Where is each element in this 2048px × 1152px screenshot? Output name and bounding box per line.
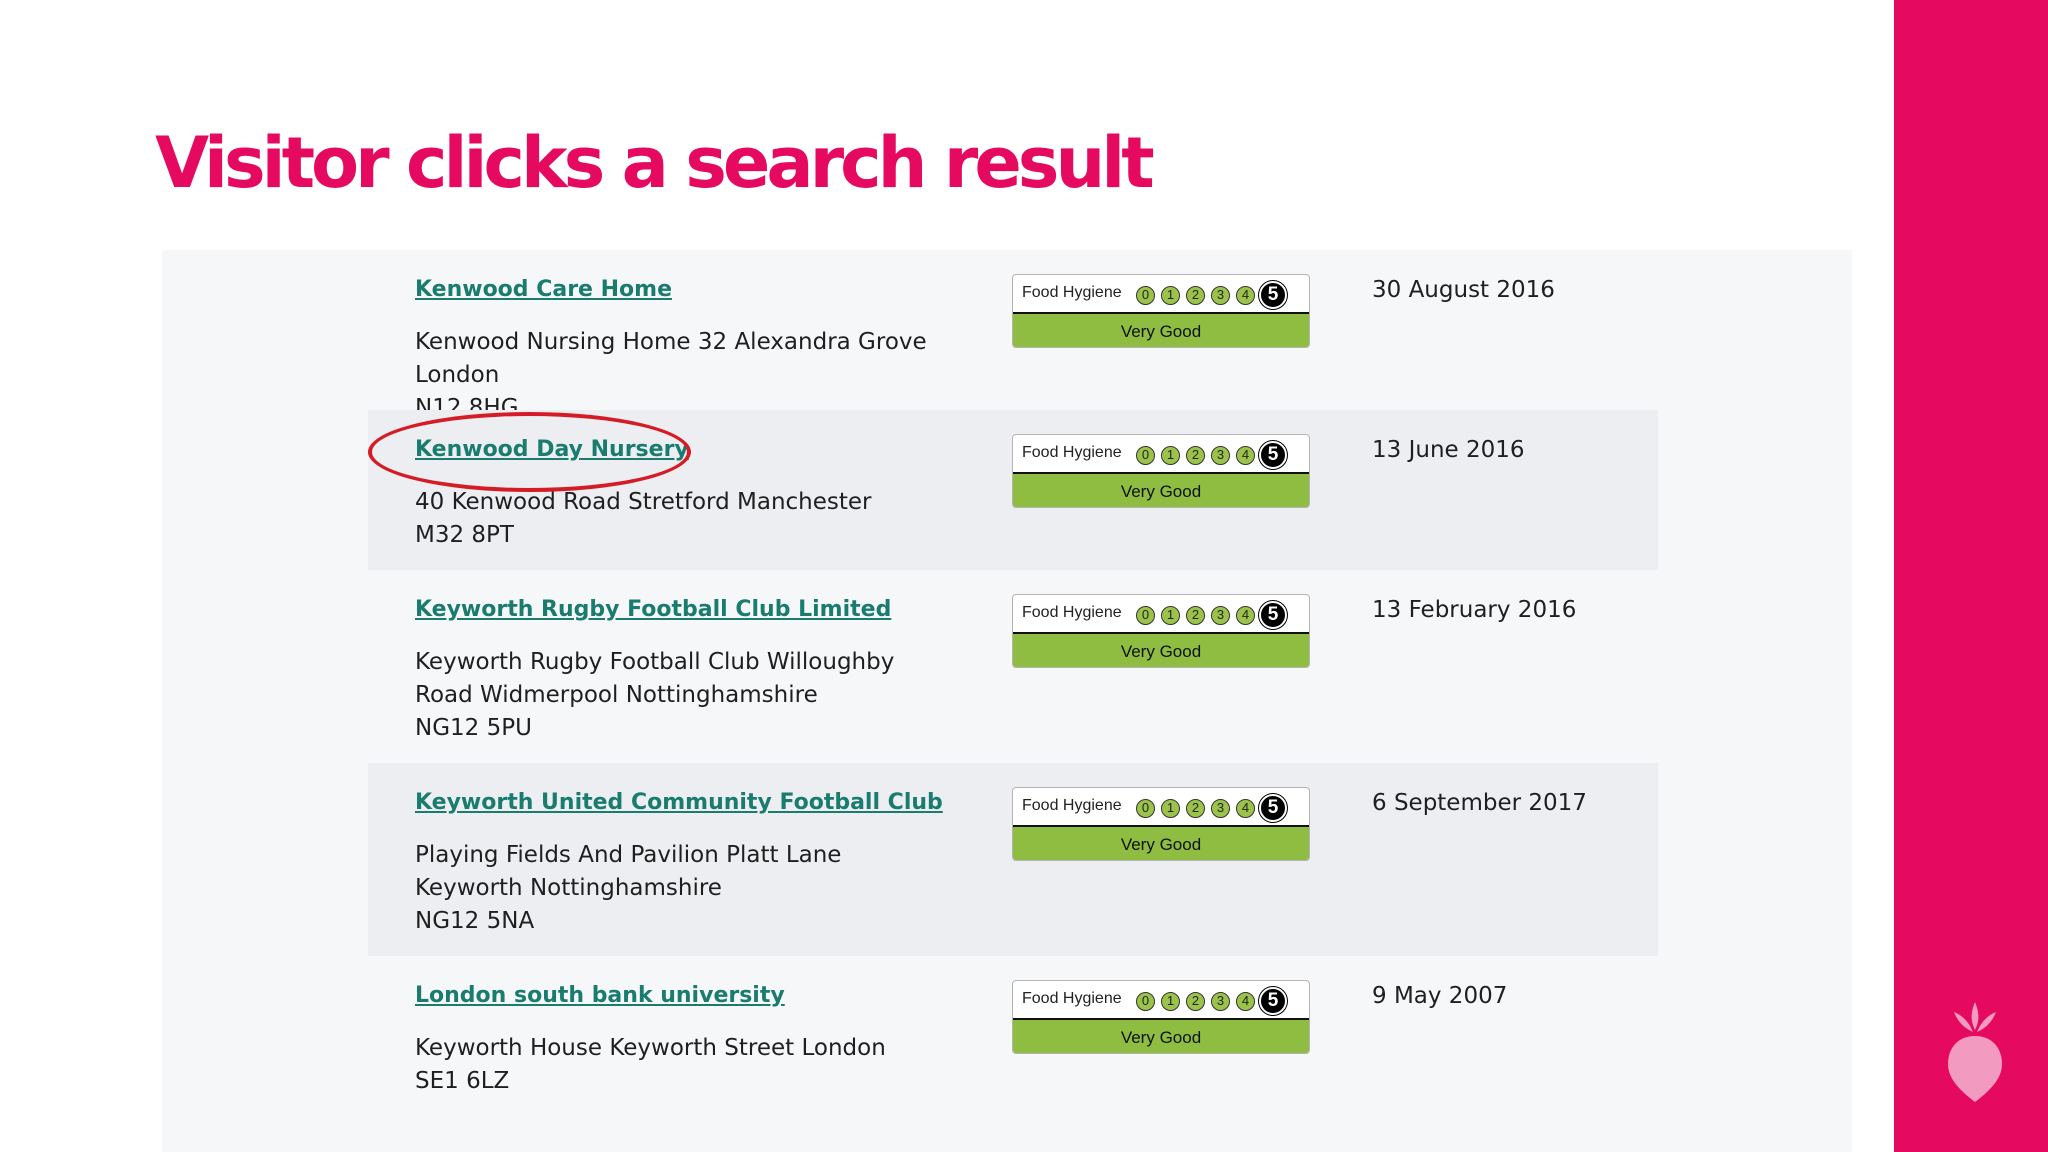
rating-score-dot: 3 (1211, 799, 1230, 818)
address-line: Road Widmerpool Nottinghamshire (415, 682, 818, 708)
rating-score-dot: 4 (1236, 992, 1255, 1011)
inspection-date: 13 June 2016 (1372, 437, 1525, 463)
rating-badge-header: Food Hygiene 0 1 2 3 4 5 (1013, 595, 1309, 633)
rating-badge-label: Food Hygiene (1022, 284, 1122, 301)
address-line: SE1 6LZ (415, 1068, 510, 1094)
address-line: Keyworth House Keyworth Street London (415, 1035, 886, 1061)
rating-badge-header: Food Hygiene 0 1 2 3 4 5 (1013, 981, 1309, 1019)
rating-score-dot: 4 (1236, 446, 1255, 465)
address-line: M32 8PT (415, 522, 514, 548)
strawberry-icon (1948, 1002, 2002, 1102)
result-name-link[interactable]: Keyworth Rugby Football Club Limited (415, 597, 891, 622)
rating-score-dot: 0 (1136, 446, 1155, 465)
rating-score-dot: 2 (1186, 992, 1205, 1011)
rating-score-dot: 3 (1211, 446, 1230, 465)
rating-badge-label: Food Hygiene (1022, 797, 1122, 814)
inspection-date: 30 August 2016 (1372, 277, 1555, 303)
search-results-list: Kenwood Care Home Kenwood Nursing Home 32… (368, 250, 1658, 1116)
inspection-date: 6 September 2017 (1372, 790, 1587, 816)
rating-score-dot: 1 (1161, 799, 1180, 818)
food-hygiene-rating-badge: Food Hygiene 0 1 2 3 4 5 Very Good (1012, 787, 1310, 861)
rating-badge-label: Food Hygiene (1022, 444, 1122, 461)
result-row: London south bank university Keyworth Hou… (368, 956, 1658, 1116)
accent-side-bar (1894, 0, 2048, 1152)
rating-score-dot: 3 (1211, 286, 1230, 305)
food-hygiene-rating-badge: Food Hygiene 0 1 2 3 4 5 Very Good (1012, 980, 1310, 1054)
rating-text: Very Good (1013, 472, 1309, 507)
rating-score-dot: 4 (1236, 606, 1255, 625)
rating-score-dot: 1 (1161, 992, 1180, 1011)
rating-text: Very Good (1013, 1018, 1309, 1053)
rating-score-dot: 1 (1161, 446, 1180, 465)
rating-score-dot: 0 (1136, 799, 1155, 818)
slide-title: Visitor clicks a search result (155, 122, 1155, 204)
search-results-screenshot: Kenwood Care Home Kenwood Nursing Home 32… (162, 250, 1852, 1152)
rating-score-dot: 2 (1186, 799, 1205, 818)
address-line: Kenwood Nursing Home 32 Alexandra Grove (415, 329, 927, 355)
rating-score-dot: 1 (1161, 606, 1180, 625)
result-row: Keyworth Rugby Football Club Limited Keyw… (368, 570, 1658, 763)
rating-score-dot: 4 (1236, 286, 1255, 305)
address-line: Keyworth Rugby Football Club Willoughby (415, 649, 895, 675)
result-address: Keyworth Rugby Football Club Willoughby R… (415, 646, 894, 745)
rating-score-dot: 0 (1136, 286, 1155, 305)
food-hygiene-rating-badge: Food Hygiene 0 1 2 3 4 5 Very Good (1012, 434, 1310, 508)
rating-score-dot: 0 (1136, 992, 1155, 1011)
rating-score-current: 5 (1259, 987, 1287, 1015)
rating-score-dot: 0 (1136, 606, 1155, 625)
result-address: Playing Fields And Pavilion Platt Lane Ke… (415, 839, 841, 938)
highlight-circle (368, 412, 691, 492)
rating-score-dot: 2 (1186, 606, 1205, 625)
result-row: Keyworth United Community Football Club P… (368, 763, 1658, 956)
inspection-date: 13 February 2016 (1372, 597, 1577, 623)
address-line: London (415, 362, 500, 388)
rating-text: Very Good (1013, 632, 1309, 667)
rating-text: Very Good (1013, 825, 1309, 860)
rating-score-current: 5 (1259, 441, 1287, 469)
result-address: 40 Kenwood Road Stretford Manchester M32 … (415, 486, 872, 552)
rating-badge-label: Food Hygiene (1022, 604, 1122, 621)
rating-score-dot: 1 (1161, 286, 1180, 305)
address-line: Playing Fields And Pavilion Platt Lane (415, 842, 842, 868)
result-name-link[interactable]: Keyworth United Community Football Club (415, 790, 943, 815)
rating-text: Very Good (1013, 312, 1309, 347)
food-hygiene-rating-badge: Food Hygiene 0 1 2 3 4 5 Very Good (1012, 594, 1310, 668)
rating-badge-header: Food Hygiene 0 1 2 3 4 5 (1013, 435, 1309, 473)
rating-score-dot: 2 (1186, 286, 1205, 305)
result-row: Kenwood Care Home Kenwood Nursing Home 32… (368, 250, 1658, 421)
inspection-date: 9 May 2007 (1372, 983, 1508, 1009)
rating-badge-label: Food Hygiene (1022, 990, 1122, 1007)
address-line: NG12 5NA (415, 908, 535, 934)
rating-badge-header: Food Hygiene 0 1 2 3 4 5 (1013, 788, 1309, 826)
rating-score-dot: 3 (1211, 606, 1230, 625)
rating-score-current: 5 (1259, 601, 1287, 629)
rating-score-dot: 4 (1236, 799, 1255, 818)
rating-score-current: 5 (1259, 794, 1287, 822)
rating-badge-header: Food Hygiene 0 1 2 3 4 5 (1013, 275, 1309, 313)
rating-score-current: 5 (1259, 281, 1287, 309)
rating-score-dot: 2 (1186, 446, 1205, 465)
result-address: Keyworth House Keyworth Street London SE1… (415, 1032, 886, 1098)
rating-score-dot: 3 (1211, 992, 1230, 1011)
address-line: 40 Kenwood Road Stretford Manchester (415, 489, 872, 515)
address-line: NG12 5PU (415, 715, 532, 741)
result-name-link[interactable]: Kenwood Care Home (415, 277, 672, 302)
result-name-link[interactable]: London south bank university (415, 983, 785, 1008)
food-hygiene-rating-badge: Food Hygiene 0 1 2 3 4 5 Very Good (1012, 274, 1310, 348)
address-line: Keyworth Nottinghamshire (415, 875, 722, 901)
